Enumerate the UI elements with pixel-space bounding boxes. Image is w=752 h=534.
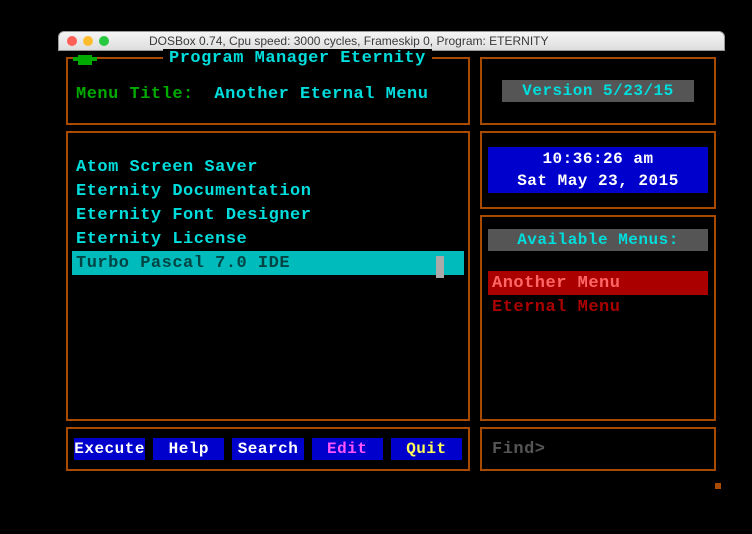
available-menus-panel: Available Menus: Another MenuEternal Men… xyxy=(480,215,716,421)
version-text: Version 5/23/15 xyxy=(502,80,694,102)
menu-title-label: Menu Title: xyxy=(76,85,194,104)
zoom-icon[interactable] xyxy=(99,36,109,46)
program-list-item[interactable]: Atom Screen Saver xyxy=(72,155,464,179)
available-menu-item[interactable]: Eternal Menu xyxy=(488,295,708,319)
app-title: Program Manager Eternity xyxy=(163,49,432,68)
available-menu-item[interactable]: Another Menu xyxy=(488,271,708,295)
menu-title-value: Another Eternal Menu xyxy=(214,85,428,104)
program-list: Atom Screen SaverEternity DocumentationE… xyxy=(72,155,464,275)
clock-display: 10:36:26 am Sat May 23, 2015 xyxy=(488,147,708,193)
menu-title-row: Menu Title: Another Eternal Menu xyxy=(76,85,428,104)
window-title: DOSBox 0.74, Cpu speed: 3000 cycles, Fra… xyxy=(149,34,549,48)
find-prompt[interactable]: Find> xyxy=(492,440,546,459)
clock-panel: 10:36:26 am Sat May 23, 2015 xyxy=(480,131,716,209)
header-panel: Program Manager Eternity Menu Title: Ano… xyxy=(66,57,470,125)
close-icon[interactable] xyxy=(67,36,77,46)
button-bar: Execute Help Search Edit Quit xyxy=(66,427,470,471)
available-menus-header: Available Menus: xyxy=(488,229,708,251)
available-menus-list: Another MenuEternal Menu xyxy=(488,271,708,319)
help-button[interactable]: Help xyxy=(153,438,224,460)
close-widget-icon[interactable] xyxy=(78,55,92,65)
program-list-item[interactable]: Eternity Font Designer xyxy=(72,203,464,227)
window-titlebar: DOSBox 0.74, Cpu speed: 3000 cycles, Fra… xyxy=(58,31,725,51)
edit-button[interactable]: Edit xyxy=(312,438,383,460)
dos-screen: Program Manager Eternity Menu Title: Ano… xyxy=(58,51,725,491)
clock-time: 10:36:26 am xyxy=(542,148,653,170)
resize-corner-icon[interactable] xyxy=(715,483,721,489)
program-list-panel: Atom Screen SaverEternity DocumentationE… xyxy=(66,131,470,421)
search-button[interactable]: Search xyxy=(232,438,303,460)
program-list-item[interactable]: Eternity Documentation xyxy=(72,179,464,203)
minimize-icon[interactable] xyxy=(83,36,93,46)
version-panel: Version 5/23/15 xyxy=(480,57,716,125)
execute-button[interactable]: Execute xyxy=(74,438,145,460)
scrollbar-thumb[interactable] xyxy=(436,256,444,278)
find-panel: Find> xyxy=(480,427,716,471)
program-list-item[interactable]: Turbo Pascal 7.0 IDE xyxy=(72,251,464,275)
quit-button[interactable]: Quit xyxy=(391,438,462,460)
program-list-item[interactable]: Eternity License xyxy=(72,227,464,251)
clock-date: Sat May 23, 2015 xyxy=(517,170,679,192)
traffic-lights xyxy=(67,36,109,46)
